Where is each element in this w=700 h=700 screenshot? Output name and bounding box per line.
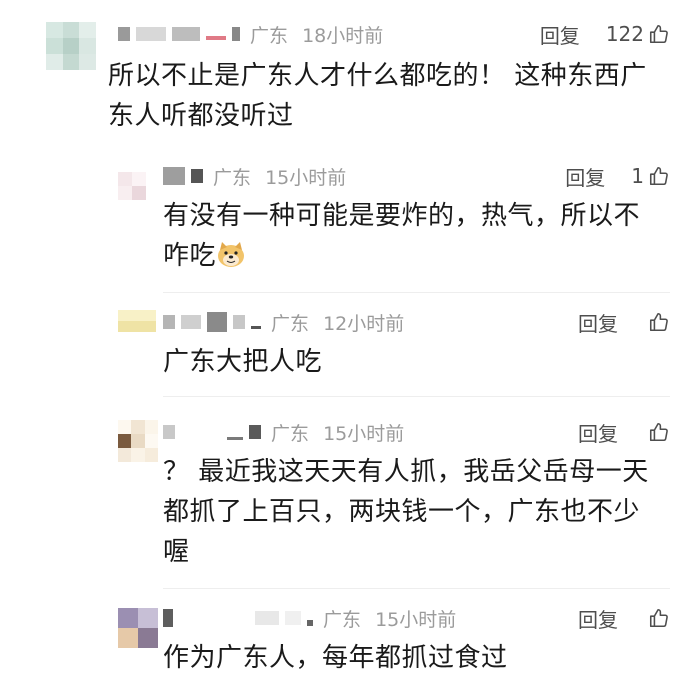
comment-line: 咋吃 [163,236,640,276]
reply-button[interactable]: 回复 [578,604,618,633]
time-label: 18小时前 [302,24,384,47]
comment-meta: 广东 15小时前 [271,419,404,446]
username-blurred[interactable] [163,425,261,440]
avatar[interactable] [46,22,96,70]
comment-line: 东人听都没听过 [108,101,294,131]
region-label: 广东 [213,166,252,189]
comment-meta: 广东 15小时前 [213,163,346,190]
avatar[interactable] [118,310,156,332]
comment-line: 有没有一种可能是要炸的，热气，所以不 [163,201,641,231]
like-button[interactable] [644,421,670,443]
comment-line: 都抓了上百只，两块钱一个，广东也不少 [163,497,641,527]
thumbs-up-icon [649,608,668,628]
reply-button[interactable]: 回复 [578,308,618,337]
reply-button[interactable]: 回复 [578,418,618,447]
username-blurred[interactable] [163,167,203,185]
thumbs-up-icon [649,166,668,186]
like-button[interactable]: 122 [606,22,670,46]
like-button[interactable] [644,607,670,629]
doge-emoji [218,242,245,267]
divider [163,292,670,293]
region-label: 广东 [271,422,310,445]
username-blurred[interactable] [163,609,313,627]
region-label: 广东 [271,312,310,335]
avatar[interactable] [118,608,158,648]
time-label: 12小时前 [323,312,405,335]
comment-text: 广东大把人吃 [163,342,322,382]
comment-line: 作为广东人，每年都抓过食过 [163,643,508,673]
comment-line: ？ 最近我这天天有人抓，我岳父岳母一天 [163,457,649,487]
like-button[interactable] [644,311,670,333]
time-label: 15小时前 [323,422,405,445]
comment-text: 有没有一种可能是要炸的，热气，所以不 咋吃 [163,196,640,276]
like-count: 122 [605,22,644,46]
comment-text: 所以不止是广东人才什么都吃的！ 这种东西广 东人听都没听过 [108,56,647,136]
like-button[interactable]: 1 [631,164,670,188]
divider [163,588,670,589]
time-label: 15小时前 [375,608,457,631]
comment-meta: 广东 18小时前 [250,21,383,48]
avatar[interactable] [118,172,146,200]
comment-meta: 广东 15小时前 [323,605,456,632]
thumbs-up-icon [649,422,668,442]
comment-text: 作为广东人，每年都抓过食过 [163,638,508,678]
comment-text: ？ 最近我这天天有人抓，我岳父岳母一天 都抓了上百只，两块钱一个，广东也不少 喔 [163,452,649,572]
thumbs-up-icon [649,24,668,44]
region-label: 广东 [323,608,362,631]
divider [163,396,670,397]
avatar[interactable] [118,420,158,462]
reply-button[interactable]: 回复 [540,20,580,49]
comment-line: 所以不止是广东人才什么都吃的！ 这种东西广 [108,61,647,91]
comment-meta: 广东 12小时前 [271,309,404,336]
username-blurred[interactable] [163,312,261,332]
comment-line: 喔 [163,537,190,567]
reply-button[interactable]: 回复 [565,162,605,191]
region-label: 广东 [250,24,289,47]
thumbs-up-icon [649,312,668,332]
username-blurred[interactable] [118,27,240,41]
time-label: 15小时前 [265,166,347,189]
like-count: 1 [631,164,644,188]
comment-line: 广东大把人吃 [163,347,323,377]
